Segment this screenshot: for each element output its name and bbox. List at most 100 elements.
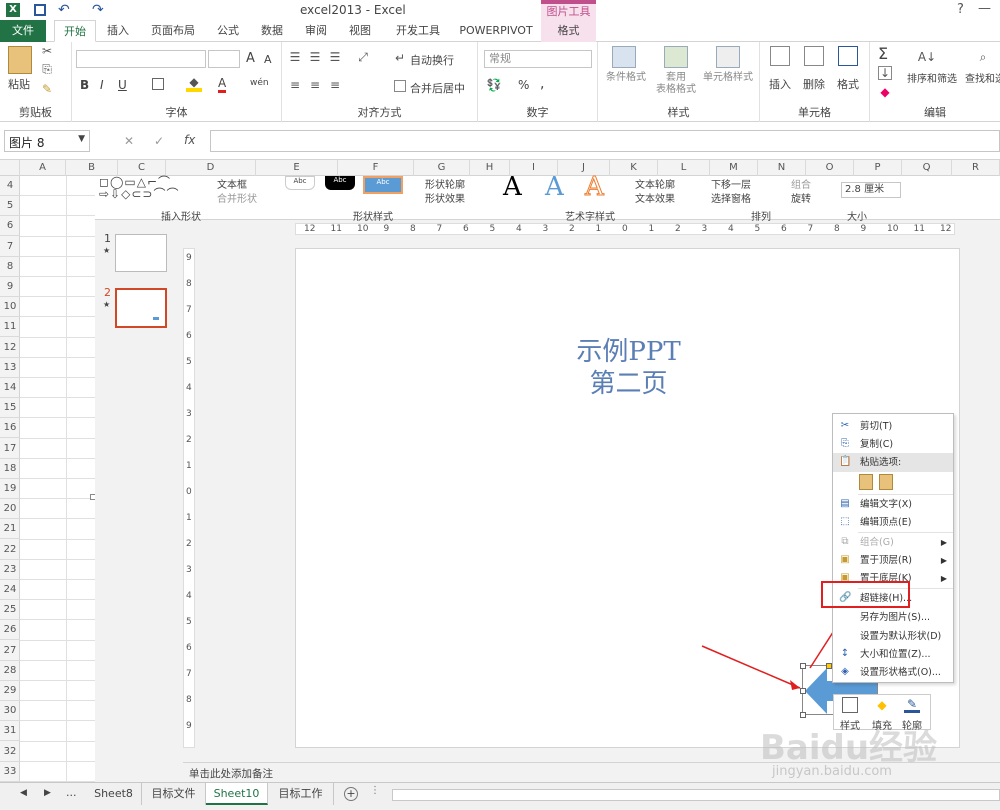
sort-filter-icon[interactable]: A↓ <box>916 46 938 68</box>
grow-font-button[interactable]: A <box>246 51 255 66</box>
row-header[interactable]: 11 <box>0 317 20 338</box>
delete-cells-button[interactable]: 删除 <box>803 76 825 92</box>
more-sheets-button[interactable]: ... <box>66 786 77 799</box>
slide-thumbnail-2[interactable] <box>115 288 167 328</box>
currency-icon[interactable]: 💱 <box>486 78 502 92</box>
tab-review[interactable]: 审阅 <box>296 20 336 42</box>
column-header-p[interactable]: P <box>854 160 902 176</box>
send-backward-button[interactable]: 下移一层 <box>711 176 751 191</box>
selection-handle[interactable] <box>800 712 806 718</box>
wordart-style-3[interactable]: A <box>585 172 605 203</box>
menu-item-format-shape[interactable]: ◈ 设置形状格式(O)... <box>833 663 953 682</box>
sheet-tab-sheet10[interactable]: Sheet10 <box>206 783 268 805</box>
tab-powerpivot[interactable]: POWERPIVOT <box>454 20 538 42</box>
cut-icon[interactable]: ✂ <box>40 44 54 58</box>
add-sheet-icon[interactable]: + <box>344 787 358 801</box>
column-header-g[interactable]: G <box>414 160 470 176</box>
row-header[interactable]: 9 <box>0 277 20 297</box>
row-header[interactable]: 18 <box>0 459 20 479</box>
text-box-button[interactable]: 文本框 <box>217 176 247 191</box>
column-header-a[interactable]: A <box>20 160 66 176</box>
find-select-button[interactable]: 查找和选 <box>960 74 1000 86</box>
outline-pen-icon[interactable]: ✎ <box>904 697 920 713</box>
column-header-b[interactable]: B <box>66 160 118 176</box>
select-all-corner[interactable] <box>0 160 20 176</box>
align-top-icon[interactable]: ☰ <box>288 50 302 64</box>
row-header[interactable]: 28 <box>0 661 20 681</box>
conditional-format-icon[interactable] <box>612 46 636 68</box>
column-header-q[interactable]: Q <box>902 160 952 176</box>
tab-formulas[interactable]: 公式 <box>208 20 248 42</box>
merge-center-icon[interactable] <box>394 80 406 92</box>
slide-thumbnail-1[interactable] <box>115 234 167 272</box>
row-header[interactable]: 15 <box>0 398 20 419</box>
format-as-table-bottom[interactable]: 表格格式 <box>652 84 700 96</box>
column-header-l[interactable]: L <box>658 160 710 176</box>
find-icon[interactable]: ⌕ <box>972 46 994 68</box>
undo-icon[interactable]: ↶ <box>58 2 70 18</box>
style-preset-1[interactable]: Abc <box>285 176 315 190</box>
delete-cells-icon[interactable] <box>804 46 824 66</box>
wrap-text-button[interactable]: 自动换行 <box>410 52 454 68</box>
font-size-dropdown[interactable] <box>208 50 240 68</box>
chevron-down-icon[interactable]: ▼ <box>78 134 85 144</box>
format-painter-icon[interactable]: ✎ <box>40 82 54 96</box>
selection-handle[interactable] <box>800 688 806 694</box>
row-header[interactable]: 25 <box>0 600 20 621</box>
column-header-o[interactable]: O <box>806 160 854 176</box>
selection-handle[interactable] <box>800 663 806 669</box>
copy-icon[interactable]: ⎘ <box>40 62 54 76</box>
bold-button[interactable]: B <box>80 78 89 92</box>
number-format-dropdown[interactable]: 常规 <box>484 50 592 68</box>
comma-button[interactable]: , <box>540 76 544 92</box>
menu-item-set-default-shape[interactable]: 设置为默认形状(D) <box>833 627 953 646</box>
align-bottom-icon[interactable]: ☰ <box>328 50 342 64</box>
horizontal-scrollbar[interactable] <box>392 789 1000 801</box>
merge-center-button[interactable]: 合并后居中 <box>410 80 465 96</box>
align-right-icon[interactable]: ≡ <box>328 78 342 92</box>
minimize-button[interactable]: — <box>978 1 991 16</box>
phonetic-button[interactable]: wén <box>250 78 269 88</box>
sheet-tab-target-file[interactable]: 目标文件 <box>142 783 206 805</box>
tab-file[interactable]: 文件 <box>0 20 46 42</box>
row-header[interactable]: 33 <box>0 762 20 782</box>
tab-home[interactable]: 开始 <box>54 20 96 42</box>
menu-item-edit-points[interactable]: ⬚ 编辑顶点(E) <box>833 513 953 532</box>
column-header-d[interactable]: D <box>166 160 256 176</box>
row-header[interactable]: 17 <box>0 439 20 459</box>
merge-shapes-button[interactable]: 合并形状 <box>217 190 257 205</box>
row-header[interactable]: 16 <box>0 418 20 439</box>
row-header[interactable]: 20 <box>0 499 20 520</box>
column-header-m[interactable]: M <box>710 160 758 176</box>
align-middle-icon[interactable]: ☰ <box>308 50 322 64</box>
formula-enter-button[interactable]: ✓ <box>154 134 164 148</box>
row-header[interactable]: 26 <box>0 620 20 641</box>
menu-item-edit-text[interactable]: ▤ 编辑文字(X) <box>833 495 953 514</box>
tab-page-layout[interactable]: 页面布局 <box>142 20 204 42</box>
wrap-text-icon[interactable]: ↵ <box>394 51 406 65</box>
row-header[interactable]: 19 <box>0 479 20 499</box>
row-header[interactable]: 10 <box>0 297 20 318</box>
shape-effects-button[interactable]: 形状效果 <box>425 190 465 205</box>
name-box[interactable]: 图片 8 ▼ <box>4 130 90 152</box>
borders-icon[interactable] <box>152 78 164 90</box>
format-cells-icon[interactable] <box>838 46 858 66</box>
tab-split-dots[interactable]: ⋮ <box>370 785 380 796</box>
group-button[interactable]: 组合 <box>791 176 811 191</box>
row-header[interactable]: 32 <box>0 742 20 762</box>
column-header-e[interactable]: E <box>256 160 338 176</box>
text-effects-button[interactable]: 文本效果 <box>635 190 675 205</box>
paste-button[interactable]: 粘贴 <box>8 76 30 92</box>
style-preset-2[interactable]: Abc <box>325 176 355 190</box>
menu-item-cut[interactable]: ✂ 剪切(T) <box>833 417 953 436</box>
style-icon[interactable] <box>842 697 858 713</box>
fill-icon[interactable]: ↓ <box>878 66 892 80</box>
scroll-first-icon[interactable]: ◀ <box>20 788 27 798</box>
insert-function-button[interactable]: fx <box>184 133 195 147</box>
selection-pane-button[interactable]: 选择窗格 <box>711 190 751 205</box>
clear-icon[interactable]: ◆ <box>878 85 892 99</box>
row-header[interactable]: 29 <box>0 681 20 701</box>
orientation-icon[interactable]: ⤢ <box>356 50 370 64</box>
style-preset-3[interactable]: Abc <box>363 176 403 194</box>
shapes-gallery[interactable]: ◻◯▭△⌐⌒ ⇨⇩◇⊂⊃⌒⌒ <box>99 176 199 202</box>
